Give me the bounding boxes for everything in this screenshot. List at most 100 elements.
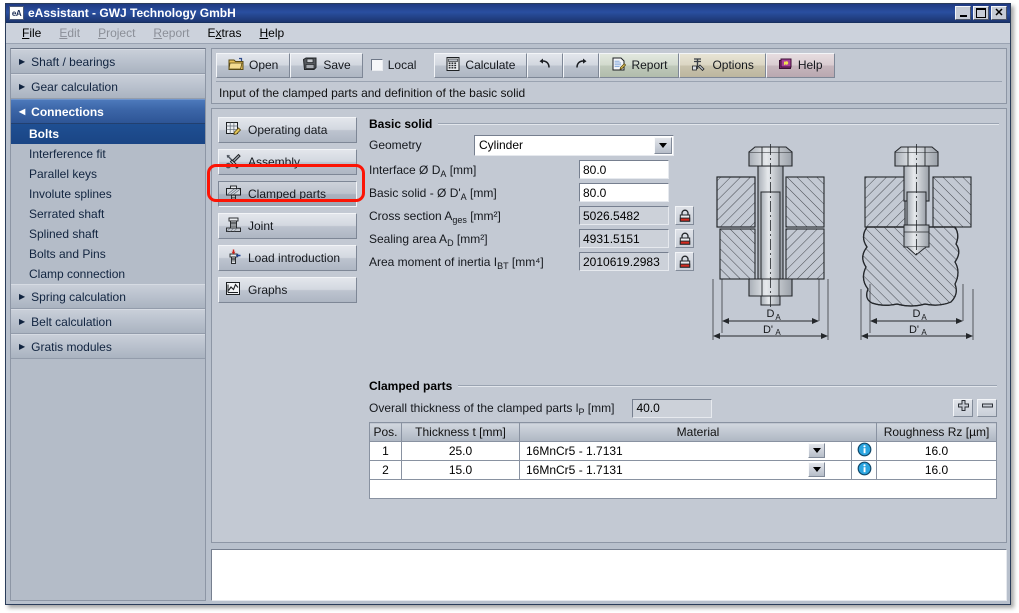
lock-icon[interactable] (675, 229, 694, 248)
redo-button[interactable] (563, 53, 599, 78)
cell-pos: 2 (370, 461, 402, 480)
tab-joint[interactable]: Joint (218, 213, 357, 239)
maximize-icon[interactable] (973, 6, 989, 20)
tab-clamped-parts[interactable]: Clamped parts (218, 181, 357, 207)
form-column: Basic solid Geometry Cylinder Inter (357, 115, 999, 536)
cell-material[interactable]: 16MnCr5 - 1.7131 (520, 442, 852, 461)
navigation-sidebar: ▶ Shaft / bearings ▶ Gear calculation ◀ … (10, 48, 206, 601)
column-header-pos: Pos. (370, 423, 402, 442)
sidebar-item-bolts-and-pins[interactable]: Bolts and Pins (11, 244, 205, 264)
tab-load-introduction[interactable]: Load introduction (218, 245, 357, 271)
cell-roughness[interactable]: 16.0 (877, 461, 997, 480)
tab-assembly[interactable]: Assembly (218, 149, 357, 175)
sidebar-group-shaft-bearings[interactable]: ▶ Shaft / bearings (11, 49, 205, 74)
plus-icon (957, 399, 970, 417)
sidebar-group-belt-calculation[interactable]: ▶ Belt calculation (11, 309, 205, 334)
clamped-parts-title: Clamped parts (369, 379, 458, 393)
sidebar-group-gratis-modules[interactable]: ▶ Gratis modules (11, 334, 205, 359)
basic-solid-diameter-input[interactable]: 80.0 (579, 183, 669, 202)
report-button[interactable]: Report (599, 53, 679, 78)
bolt-plate-icon (225, 185, 242, 204)
group-divider (369, 385, 997, 387)
tab-label: Assembly (248, 155, 300, 169)
basic-solid-diameter-value: 80.0 (583, 186, 606, 200)
sidebar-item-involute-splines[interactable]: Involute splines (11, 184, 205, 204)
clamped-parts-table: Pos. Thickness t [mm] Material Roughness… (369, 422, 997, 499)
sidebar-item-serrated-shaft[interactable]: Serrated shaft (11, 204, 205, 224)
help-button[interactable]: Help (766, 53, 835, 78)
material-select[interactable]: 16MnCr5 - 1.7131 (523, 462, 848, 479)
table-row[interactable]: 2 15.0 16MnCr5 - 1.7131 (370, 461, 997, 480)
geometry-select[interactable]: Cylinder (474, 135, 674, 156)
remove-row-button[interactable] (977, 399, 997, 417)
close-icon[interactable]: ✕ (991, 6, 1007, 20)
sidebar-item-label: Interference fit (29, 147, 106, 161)
add-row-button[interactable] (953, 399, 973, 417)
menu-project[interactable]: Project (90, 24, 145, 42)
calculate-button-label: Calculate (465, 58, 515, 72)
cell-thickness[interactable]: 25.0 (402, 442, 520, 461)
sidebar-item-parallel-keys[interactable]: Parallel keys (11, 164, 205, 184)
interface-diameter-input[interactable]: 80.0 (579, 160, 669, 179)
sealing-area-output: 4931.5151 (579, 229, 669, 248)
tab-label: Clamped parts (248, 187, 326, 201)
info-icon[interactable] (857, 465, 872, 479)
cell-info[interactable] (852, 461, 877, 480)
sidebar-group-label: Connections (31, 105, 104, 119)
basic-solid-diameter-label: Basic solid - Ø D'A [mm] (369, 186, 579, 200)
open-button[interactable]: Open (216, 53, 290, 78)
tab-graphs[interactable]: Graphs (218, 277, 357, 303)
chevron-down-icon[interactable] (808, 443, 825, 458)
undo-button[interactable] (527, 53, 563, 78)
svg-text:A: A (775, 313, 781, 322)
chevron-right-icon: ▶ (19, 318, 25, 326)
content-area: Operating data Assembly Cl (211, 108, 1007, 543)
chevron-down-icon: ◀ (19, 108, 25, 116)
screenshot-root: eA eAssistant - GWJ Technology GmbH ✕ Fi… (0, 0, 1019, 613)
sidebar-group-label: Gear calculation (31, 80, 118, 94)
lock-icon[interactable] (675, 206, 694, 225)
cell-info[interactable] (852, 442, 877, 461)
cell-thickness[interactable]: 15.0 (402, 461, 520, 480)
sidebar-item-interference-fit[interactable]: Interference fit (11, 144, 205, 164)
sidebar-group-spring-calculation[interactable]: ▶ Spring calculation (11, 284, 205, 309)
lock-icon[interactable] (675, 252, 694, 271)
geometry-value: Cylinder (479, 138, 523, 152)
report-document-icon (611, 57, 626, 74)
table-pencil-icon (225, 121, 242, 140)
tab-operating-data[interactable]: Operating data (218, 117, 357, 143)
sidebar-group-label: Gratis modules (31, 340, 112, 354)
column-header-material: Material (520, 423, 877, 442)
table-empty-row[interactable] (370, 480, 997, 499)
options-button[interactable]: Options (679, 53, 765, 78)
menu-edit[interactable]: Edit (51, 24, 90, 42)
geometry-label: Geometry (369, 138, 474, 152)
window-body: ▶ Shaft / bearings ▶ Gear calculation ◀ … (6, 44, 1010, 604)
sidebar-group-label: Spring calculation (31, 290, 126, 304)
minimize-icon[interactable] (955, 6, 971, 20)
info-icon[interactable] (857, 446, 872, 460)
menu-file[interactable]: File (14, 24, 51, 42)
sealing-area-value: 4931.5151 (583, 232, 640, 246)
chevron-down-icon[interactable] (808, 462, 825, 477)
material-select[interactable]: 16MnCr5 - 1.7131 (523, 443, 848, 460)
chevron-down-icon[interactable] (654, 137, 672, 154)
local-checkbox[interactable]: Local (363, 58, 427, 72)
sidebar-item-bolts[interactable]: Bolts (11, 124, 205, 144)
calculate-button[interactable]: Calculate (434, 53, 527, 78)
sidebar-item-clamp-connection[interactable]: Clamp connection (11, 264, 205, 284)
cell-roughness[interactable]: 16.0 (877, 442, 997, 461)
table-row[interactable]: 1 25.0 16MnCr5 - 1.7131 (370, 442, 997, 461)
sidebar-group-connections[interactable]: ◀ Connections (11, 99, 205, 124)
save-button-label: Save (323, 58, 350, 72)
sidebar-item-label: Bolts (29, 127, 59, 141)
sidebar-group-gear-calculation[interactable]: ▶ Gear calculation (11, 74, 205, 99)
save-button[interactable]: Save (290, 53, 362, 78)
menu-extras[interactable]: Extras (199, 24, 251, 42)
cell-material[interactable]: 16MnCr5 - 1.7131 (520, 461, 852, 480)
menu-report[interactable]: Report (145, 24, 199, 42)
open-button-label: Open (249, 58, 278, 72)
section-tab-list: Operating data Assembly Cl (218, 115, 357, 536)
menu-help[interactable]: Help (251, 24, 294, 42)
sidebar-item-splined-shaft[interactable]: Splined shaft (11, 224, 205, 244)
